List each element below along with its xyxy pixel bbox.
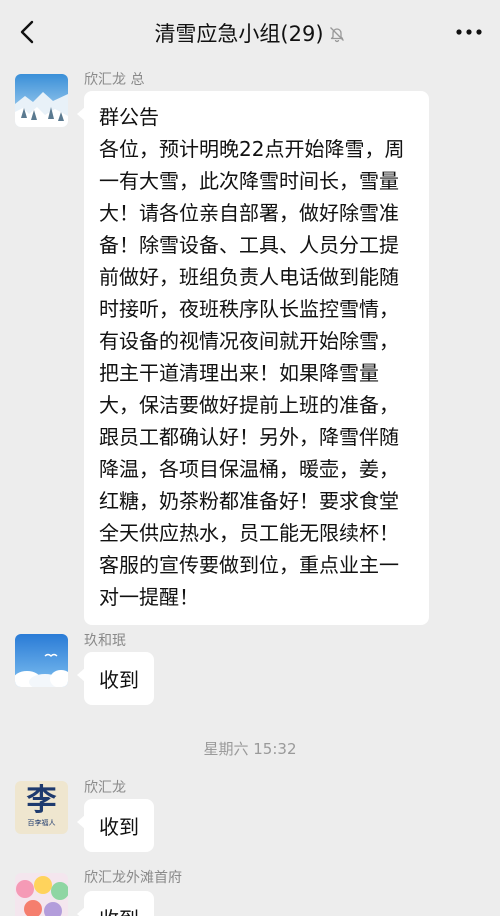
- message-text: 收到: [99, 668, 139, 692]
- announcement-title: 群公告: [99, 105, 159, 129]
- announcement-bubble[interactable]: 群公告 各位，预计明晚22点开始降雪，周一有大雪，此次降雪时间长，雪量大！请各位…: [77, 91, 429, 625]
- bell-muted-icon: [329, 27, 344, 43]
- macarons-image: [16, 876, 68, 916]
- avatar-snow-landscape[interactable]: [15, 74, 68, 127]
- sender-name: 欣汇龙 总: [84, 72, 145, 88]
- timestamp-divider: 星期六 15:32: [203, 740, 297, 758]
- chat-title-wrap[interactable]: 清雪应急小组(29): [0, 18, 500, 48]
- sky-clouds-image: [15, 634, 68, 687]
- avatar-sky-clouds[interactable]: [15, 634, 68, 687]
- message-text: 收到: [99, 907, 139, 916]
- sender-name: 玖和珉: [84, 633, 126, 649]
- avatar-macarons[interactable]: [15, 873, 68, 916]
- snow-landscape-image: [15, 74, 68, 127]
- avatar-character-li[interactable]: 李 百李福人: [15, 781, 68, 834]
- message-bubble[interactable]: 收到: [77, 799, 154, 852]
- sender-name: 欣汇龙: [84, 780, 126, 796]
- chat-header: 清雪应急小组(29): [0, 0, 500, 64]
- more-dots-icon[interactable]: [454, 22, 484, 42]
- message-text: 收到: [99, 815, 139, 839]
- chat-title: 清雪应急小组(29): [154, 22, 324, 46]
- message-bubble[interactable]: 收到: [77, 891, 154, 916]
- avatar-subtext: 百李福人: [27, 819, 56, 827]
- message-bubble[interactable]: 收到: [77, 652, 154, 705]
- sender-name: 欣汇龙外滩首府: [84, 870, 182, 886]
- announcement-text: 各位，预计明晚22点开始降雪，周一有大雪，此次降雪时间长，雪量大！请各位亲自部署…: [99, 137, 405, 609]
- avatar-character: 李: [26, 783, 57, 818]
